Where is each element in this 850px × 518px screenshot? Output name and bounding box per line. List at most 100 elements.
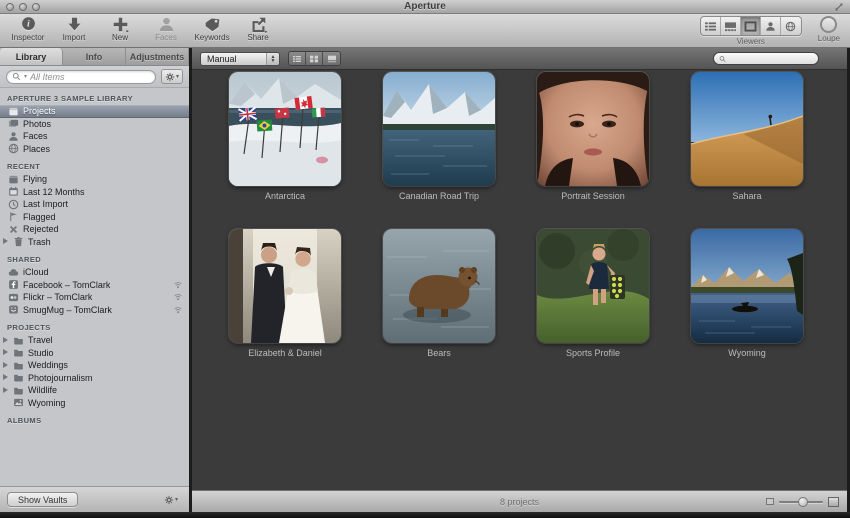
browser-view-options: [288, 51, 341, 66]
tab-info[interactable]: Info: [63, 48, 126, 65]
keywords-button[interactable]: Keywords: [192, 14, 232, 47]
sidebar-item-icloud[interactable]: iCloud: [0, 266, 189, 279]
sidebar-item-facebook[interactable]: Facebook – TomClark: [0, 279, 189, 292]
sidebar-item-places[interactable]: Places: [0, 143, 189, 156]
disclosure-triangle-icon[interactable]: [2, 349, 9, 356]
browser-search-field[interactable]: [713, 52, 819, 65]
faces-button: Faces: [146, 14, 186, 47]
sidebar-item-wildlife[interactable]: Wildlife: [0, 384, 189, 397]
project-name: Portrait Session: [561, 191, 625, 201]
window-bottom-edge: [0, 512, 850, 518]
places-view-button[interactable]: [781, 17, 801, 35]
sidebar-item-weddings[interactable]: Weddings: [0, 359, 189, 372]
project-thumbnail-bears[interactable]: [383, 229, 495, 343]
viewer-view-button[interactable]: [741, 17, 761, 35]
disclosure-triangle-icon[interactable]: [2, 387, 9, 394]
fullscreen-icon[interactable]: [834, 2, 844, 12]
disclosure-triangle-icon[interactable]: [2, 362, 9, 369]
sort-order-dropdown[interactable]: Manual ▲▼: [200, 52, 280, 66]
project-thumbnail-antarctica[interactable]: [229, 72, 341, 186]
disclosure-triangle-icon[interactable]: [2, 374, 9, 381]
zoom-slider[interactable]: [779, 501, 823, 503]
project-thumbnail-wyoming[interactable]: [691, 229, 803, 343]
zoom-slider-knob[interactable]: [798, 497, 808, 507]
project-name: Sahara: [732, 191, 761, 201]
project-image-icon: [13, 397, 24, 408]
project-thumbnail-canadian-road-trip[interactable]: [383, 72, 495, 186]
sidebar-item-photos[interactable]: Photos: [0, 118, 189, 131]
sidebar-item-smugmug[interactable]: SmugMug – TomClark: [0, 304, 189, 317]
faces-view-icon: [764, 21, 777, 32]
project-name: Antarctica: [265, 191, 305, 201]
grid-icon: [309, 55, 319, 63]
projects-icon: [8, 106, 19, 117]
share-button[interactable]: Share: [238, 14, 278, 47]
wyoming-photo: [691, 229, 803, 343]
faces-view-button[interactable]: [761, 17, 781, 35]
project-wyoming[interactable]: Wyoming: [691, 229, 803, 358]
sidebar-search-input[interactable]: [30, 72, 150, 82]
sidebar-action-menu-button[interactable]: ▾: [161, 69, 183, 84]
view-option-list-button[interactable]: [289, 52, 306, 65]
share-label: Share: [247, 33, 268, 42]
sidebar-item-studio[interactable]: Studio: [0, 347, 189, 360]
zoom-out-thumbnail-icon[interactable]: [766, 498, 774, 505]
keywords-label: Keywords: [194, 33, 229, 42]
project-count: 8 projects: [500, 497, 539, 507]
view-option-split-button[interactable]: [323, 52, 340, 65]
sidebar-item-photojournalism[interactable]: Photojournalism: [0, 372, 189, 385]
publish-sync-icon: [173, 305, 183, 315]
sidebar-item-last-12-months[interactable]: Last 12 Months: [0, 186, 189, 199]
zoom-in-thumbnail-icon[interactable]: [828, 497, 839, 507]
sidebar-item-flagged[interactable]: Flagged: [0, 211, 189, 224]
show-vaults-button[interactable]: Show Vaults: [7, 492, 78, 507]
project-portrait-session[interactable]: Portrait Session: [537, 72, 649, 201]
project-thumbnail-sports-profile[interactable]: [537, 229, 649, 343]
disclosure-triangle-icon[interactable]: [2, 238, 9, 245]
sidebar-item-last-import[interactable]: Last Import: [0, 198, 189, 211]
list-view-button[interactable]: [701, 17, 721, 35]
project-sahara[interactable]: Sahara: [691, 72, 803, 201]
tab-adjustments[interactable]: Adjustments: [126, 48, 189, 65]
sidebar-item-projects[interactable]: Projects: [0, 105, 189, 118]
loupe-button[interactable]: Loupe: [818, 16, 840, 43]
browser-search-input[interactable]: [729, 54, 813, 64]
sidebar-item-trash[interactable]: Trash: [0, 236, 189, 249]
project-thumbnail-elizabeth-daniel[interactable]: [229, 229, 341, 343]
project-name: Canadian Road Trip: [399, 191, 479, 201]
disclosure-triangle-icon[interactable]: [2, 337, 9, 344]
project-thumbnail-sahara[interactable]: [691, 72, 803, 186]
inspector-tabs: Library Info Adjustments: [0, 48, 189, 66]
project-antarctica[interactable]: Antarctica: [229, 72, 341, 201]
sidebar-item-rejected[interactable]: Rejected: [0, 223, 189, 236]
inspector-button[interactable]: Inspector: [8, 14, 48, 47]
vault-action-menu-button[interactable]: ▾: [160, 492, 182, 507]
new-label: New: [112, 33, 128, 42]
sidebar-item-faces[interactable]: Faces: [0, 130, 189, 143]
project-bears[interactable]: Bears: [383, 229, 495, 358]
sidebar-item-flying[interactable]: Flying: [0, 173, 189, 186]
disclosure-spacer: [2, 399, 9, 406]
project-thumbnail-portrait-session[interactable]: [537, 72, 649, 186]
tab-library[interactable]: Library: [0, 48, 63, 65]
search-scope-arrow-icon[interactable]: ▾: [24, 73, 27, 80]
section-header-shared: SHARED: [0, 253, 189, 266]
sidebar-item-travel[interactable]: Travel: [0, 334, 189, 347]
faces-icon: [157, 16, 176, 33]
browser-view-button[interactable]: [721, 17, 741, 35]
folder-icon: [13, 372, 24, 383]
gear-icon: [164, 495, 174, 505]
facebook-icon: [8, 279, 19, 290]
project-canadian-road-trip[interactable]: Canadian Road Trip: [383, 72, 495, 201]
sidebar-item-wyoming[interactable]: Wyoming: [0, 397, 189, 410]
view-option-grid-button[interactable]: [306, 52, 323, 65]
import-button[interactable]: Import: [54, 14, 94, 47]
project-grid: Antarctica: [192, 70, 847, 490]
sidebar-item-flickr[interactable]: Flickr – TomClark: [0, 291, 189, 304]
sidebar-search-field[interactable]: ▾: [6, 70, 156, 84]
gear-menu-arrow-icon: ▾: [175, 496, 178, 503]
project-elizabeth-daniel[interactable]: Elizabeth & Daniel: [229, 229, 341, 358]
new-button[interactable]: New: [100, 14, 140, 47]
dropdown-arrows-icon: ▲▼: [266, 53, 279, 65]
project-sports-profile[interactable]: Sports Profile: [537, 229, 649, 358]
